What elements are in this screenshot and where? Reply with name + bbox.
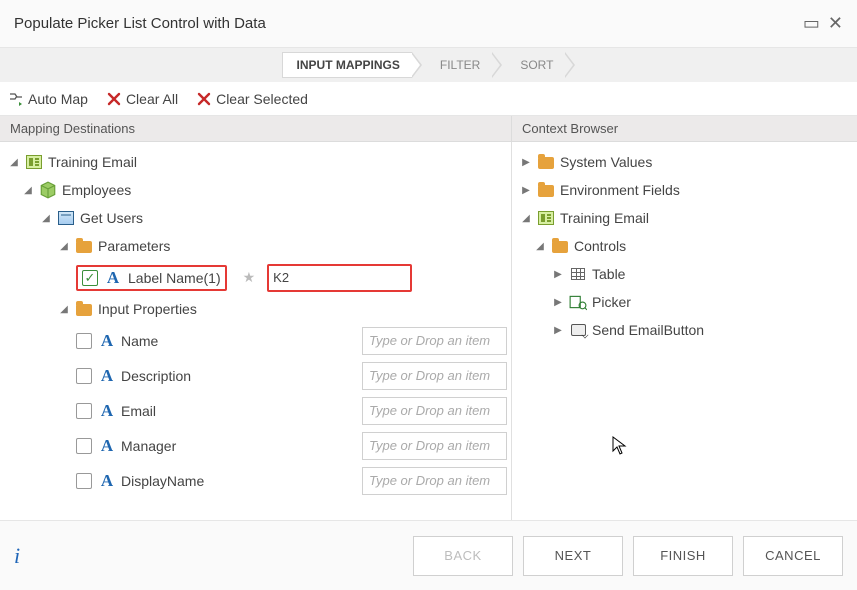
prop-row-description: ADescription Type or Drop an item (4, 358, 507, 393)
param-label-name-checkbox[interactable] (82, 270, 98, 286)
clear-selected-icon (196, 91, 212, 107)
required-star-icon: ★ (243, 269, 256, 286)
twisty-expanded-icon[interactable]: ◢ (40, 212, 52, 224)
prop-email-input[interactable]: Type or Drop an item (362, 397, 507, 425)
ctx-table[interactable]: ▶ Table (516, 260, 853, 288)
cube-icon (39, 181, 57, 199)
twisty-collapsed-icon[interactable]: ▶ (552, 268, 564, 280)
text-field-icon: A (98, 437, 116, 455)
next-button[interactable]: NEXT (523, 536, 623, 576)
button-control-icon (569, 321, 587, 339)
dialog-title: Populate Picker List Control with Data (14, 15, 266, 32)
prop-row-manager: AManager Type or Drop an item (4, 428, 507, 463)
tab-sort[interactable]: SORT (502, 52, 575, 78)
twisty-expanded-icon[interactable]: ◢ (534, 240, 546, 252)
ctx-picker[interactable]: ▶ Picker (516, 288, 853, 316)
text-field-icon: A (98, 367, 116, 385)
twisty-expanded-icon[interactable]: ◢ (8, 156, 20, 168)
clear-all-icon (106, 91, 122, 107)
prop-description-checkbox[interactable] (76, 368, 92, 384)
mapping-destinations-tree: ◢ Training Email ◢ Employees ◢ Get Users… (0, 142, 512, 520)
panel-headers: Mapping Destinations Context Browser (0, 116, 857, 142)
tree-node-employees[interactable]: ◢ Employees (4, 176, 507, 204)
tab-input-mappings[interactable]: INPUT MAPPINGS (282, 52, 422, 78)
context-browser-tree: ▶ System Values ▶ Environment Fields ◢ T… (512, 142, 857, 520)
ctx-training-email[interactable]: ◢ Training Email (516, 204, 853, 232)
tree-node-training-email[interactable]: ◢ Training Email (4, 148, 507, 176)
param-row-label-name: A Label Name(1) ★ K2 (4, 260, 507, 295)
param-label-name-input[interactable]: K2 (267, 264, 412, 292)
titlebar: Populate Picker List Control with Data ▭… (0, 0, 857, 48)
ctx-environment-fields[interactable]: ▶ Environment Fields (516, 176, 853, 204)
text-field-icon: A (98, 332, 116, 350)
back-button: BACK (413, 536, 513, 576)
prop-email-checkbox[interactable] (76, 403, 92, 419)
table-icon (569, 265, 587, 283)
twisty-expanded-icon[interactable]: ◢ (520, 212, 532, 224)
tree-node-get-users[interactable]: ◢ Get Users (4, 204, 507, 232)
prop-displayname-input[interactable]: Type or Drop an item (362, 467, 507, 495)
param-label: Label Name(1) (128, 270, 221, 286)
folder-icon (551, 237, 569, 255)
prop-name-checkbox[interactable] (76, 333, 92, 349)
folder-icon (75, 300, 93, 318)
auto-map-button[interactable]: Auto Map (8, 91, 88, 107)
toolbar: Auto Map Clear All Clear Selected (0, 82, 857, 116)
twisty-collapsed-icon[interactable]: ▶ (552, 324, 564, 336)
text-field-icon: A (98, 402, 116, 420)
ctx-controls[interactable]: ◢ Controls (516, 232, 853, 260)
clear-selected-button[interactable]: Clear Selected (196, 91, 308, 107)
prop-description-input[interactable]: Type or Drop an item (362, 362, 507, 390)
context-browser-header: Context Browser (512, 116, 857, 141)
twisty-expanded-icon[interactable]: ◢ (58, 240, 70, 252)
smartobject-icon (57, 209, 75, 227)
prop-manager-checkbox[interactable] (76, 438, 92, 454)
prop-row-displayname: ADisplayName Type or Drop an item (4, 463, 507, 498)
twisty-expanded-icon[interactable]: ◢ (58, 303, 70, 315)
prop-name-input[interactable]: Type or Drop an item (362, 327, 507, 355)
clear-all-button[interactable]: Clear All (106, 91, 178, 107)
auto-map-icon (8, 91, 24, 107)
tree-node-parameters[interactable]: ◢ Parameters (4, 232, 507, 260)
folder-icon (537, 153, 555, 171)
cancel-button[interactable]: CANCEL (743, 536, 843, 576)
twisty-collapsed-icon[interactable]: ▶ (520, 184, 532, 196)
text-field-icon: A (104, 269, 122, 287)
prop-displayname-checkbox[interactable] (76, 473, 92, 489)
close-icon[interactable]: ✕ (828, 13, 843, 34)
ctx-send-email-button[interactable]: ▶ Send EmailButton (516, 316, 853, 344)
finish-button[interactable]: FINISH (633, 536, 733, 576)
twisty-collapsed-icon[interactable]: ▶ (552, 296, 564, 308)
twisty-collapsed-icon[interactable]: ▶ (520, 156, 532, 168)
tree-node-input-properties[interactable]: ◢ Input Properties (4, 295, 507, 323)
wizard-tabs: INPUT MAPPINGS FILTER SORT (0, 48, 857, 82)
folder-icon (537, 181, 555, 199)
form-icon (25, 153, 43, 171)
info-icon[interactable]: i (14, 543, 20, 569)
footer: i BACK NEXT FINISH CANCEL (0, 520, 857, 590)
tab-filter[interactable]: FILTER (422, 52, 502, 78)
maximize-icon[interactable]: ▭ (803, 13, 820, 34)
text-field-icon: A (98, 472, 116, 490)
picker-icon (569, 293, 587, 311)
prop-row-email: AEmail Type or Drop an item (4, 393, 507, 428)
prop-manager-input[interactable]: Type or Drop an item (362, 432, 507, 460)
form-icon (537, 209, 555, 227)
mapping-destinations-header: Mapping Destinations (0, 116, 512, 141)
ctx-system-values[interactable]: ▶ System Values (516, 148, 853, 176)
prop-row-name: AName Type or Drop an item (4, 323, 507, 358)
folder-icon (75, 237, 93, 255)
twisty-expanded-icon[interactable]: ◢ (22, 184, 34, 196)
